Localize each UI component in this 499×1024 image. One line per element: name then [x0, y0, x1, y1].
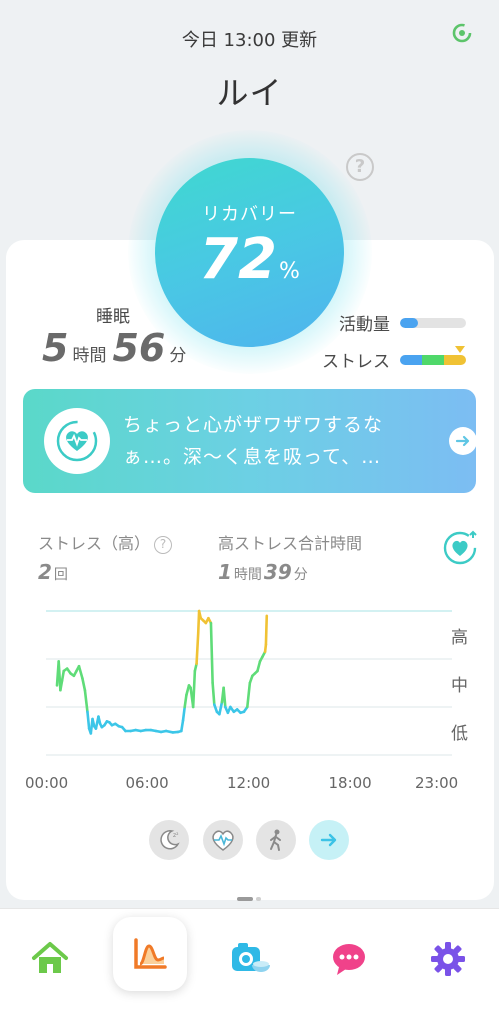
sleep-label: 睡眠	[96, 307, 130, 327]
heart-rate-mode-button[interactable]	[203, 820, 243, 860]
page-indicator	[237, 897, 261, 901]
tab-bar	[0, 908, 499, 1024]
tab-chart[interactable]	[113, 917, 187, 991]
series-segment	[180, 719, 185, 733]
high-stress-total: 1 時間 39 分	[218, 560, 308, 584]
tab-settings[interactable]	[420, 931, 476, 987]
arrow-right-icon	[455, 435, 470, 447]
refresh-icon	[452, 23, 472, 43]
heart-check-icon	[44, 408, 110, 474]
series-segment	[81, 676, 87, 692]
series-segment	[264, 614, 269, 646]
svg-text:z²: z²	[173, 832, 179, 839]
next-mode-button[interactable]	[309, 820, 349, 860]
high-stress-total-label: 高ストレス合計時間	[218, 534, 363, 553]
series-segment	[246, 681, 252, 709]
series-segment	[222, 686, 227, 709]
stress-bar-segment	[400, 354, 422, 365]
heart-detail-button[interactable]	[442, 528, 480, 566]
stress-marker-icon	[455, 346, 465, 353]
stress-bar-segment	[421, 354, 444, 365]
walk-mode-icon	[270, 829, 281, 851]
tab-home[interactable]	[22, 931, 78, 987]
series-segment	[59, 679, 64, 692]
home-icon	[32, 942, 68, 973]
high-stress-count-label: ストレス（高）?	[38, 530, 173, 554]
recovery-help-icon[interactable]: ?	[346, 153, 374, 181]
chat-icon	[333, 944, 365, 975]
arrow-right-icon	[320, 833, 337, 847]
y-tick-label: 中	[451, 676, 468, 696]
page-dot-active	[237, 897, 253, 901]
series-segment	[191, 669, 197, 709]
chart-icon	[134, 938, 167, 969]
recovery-label: リカバリー	[202, 204, 297, 225]
tab-camera[interactable]	[222, 931, 278, 987]
series-segment	[195, 631, 200, 666]
high-stress-count: 2回	[38, 560, 68, 584]
x-tick-label: 18:00	[328, 774, 372, 792]
x-tick-label: 00:00	[25, 774, 69, 792]
series-segment	[60, 669, 66, 682]
y-tick-label: 高	[451, 628, 468, 648]
stress-bar	[400, 354, 466, 365]
page-dot	[256, 897, 261, 901]
sleep-value: 5 時間 56 分	[42, 326, 187, 370]
recovery-value: 72%	[199, 227, 300, 292]
x-tick-label: 06:00	[125, 774, 169, 792]
activity-bar	[400, 317, 466, 328]
sleep-mode-icon: z²	[160, 830, 180, 850]
x-tick-label: 12:00	[227, 774, 271, 792]
series-segment	[86, 710, 91, 730]
help-icon[interactable]: ?	[154, 535, 173, 554]
sleep-mode-button[interactable]: z²	[149, 820, 189, 860]
activity-row: 活動量	[300, 310, 466, 335]
gear-icon	[431, 942, 465, 976]
series-segment	[218, 700, 224, 716]
series-segment	[211, 681, 216, 706]
stress-label: ストレス	[322, 352, 390, 372]
user-name: ルイ	[216, 74, 283, 112]
series-segment	[83, 688, 89, 714]
walk-mode-button[interactable]	[256, 820, 296, 860]
update-time: 今日 13:00 更新	[181, 30, 318, 51]
stress-row: ストレス	[300, 347, 466, 372]
series-segment	[256, 660, 262, 673]
activity-bar-fill	[400, 317, 419, 328]
camera-icon	[232, 943, 270, 972]
y-tick-label: 低	[451, 724, 468, 744]
advice-text: ちょっと心がザワザワするなぁ…。深〜く息を吸って、…	[123, 414, 384, 468]
activity-label: 活動量	[339, 315, 390, 335]
refresh-button[interactable]	[449, 20, 475, 46]
series-segment	[181, 705, 187, 722]
series-segment	[77, 664, 84, 680]
stress-bar-segment	[443, 354, 466, 365]
series-segment	[183, 693, 188, 709]
tab-chat[interactable]	[321, 931, 377, 987]
heart-up-icon	[443, 530, 477, 565]
x-tick-label: 23:00	[415, 774, 459, 792]
advice-message-card[interactable]: ちょっと心がザワザワするなぁ…。深〜く息を吸って、…	[23, 389, 477, 493]
advice-arrow-button[interactable]	[449, 427, 477, 455]
stress-series-line	[55, 609, 269, 735]
heart-rate-mode-icon	[212, 830, 234, 851]
series-segment	[209, 621, 214, 685]
